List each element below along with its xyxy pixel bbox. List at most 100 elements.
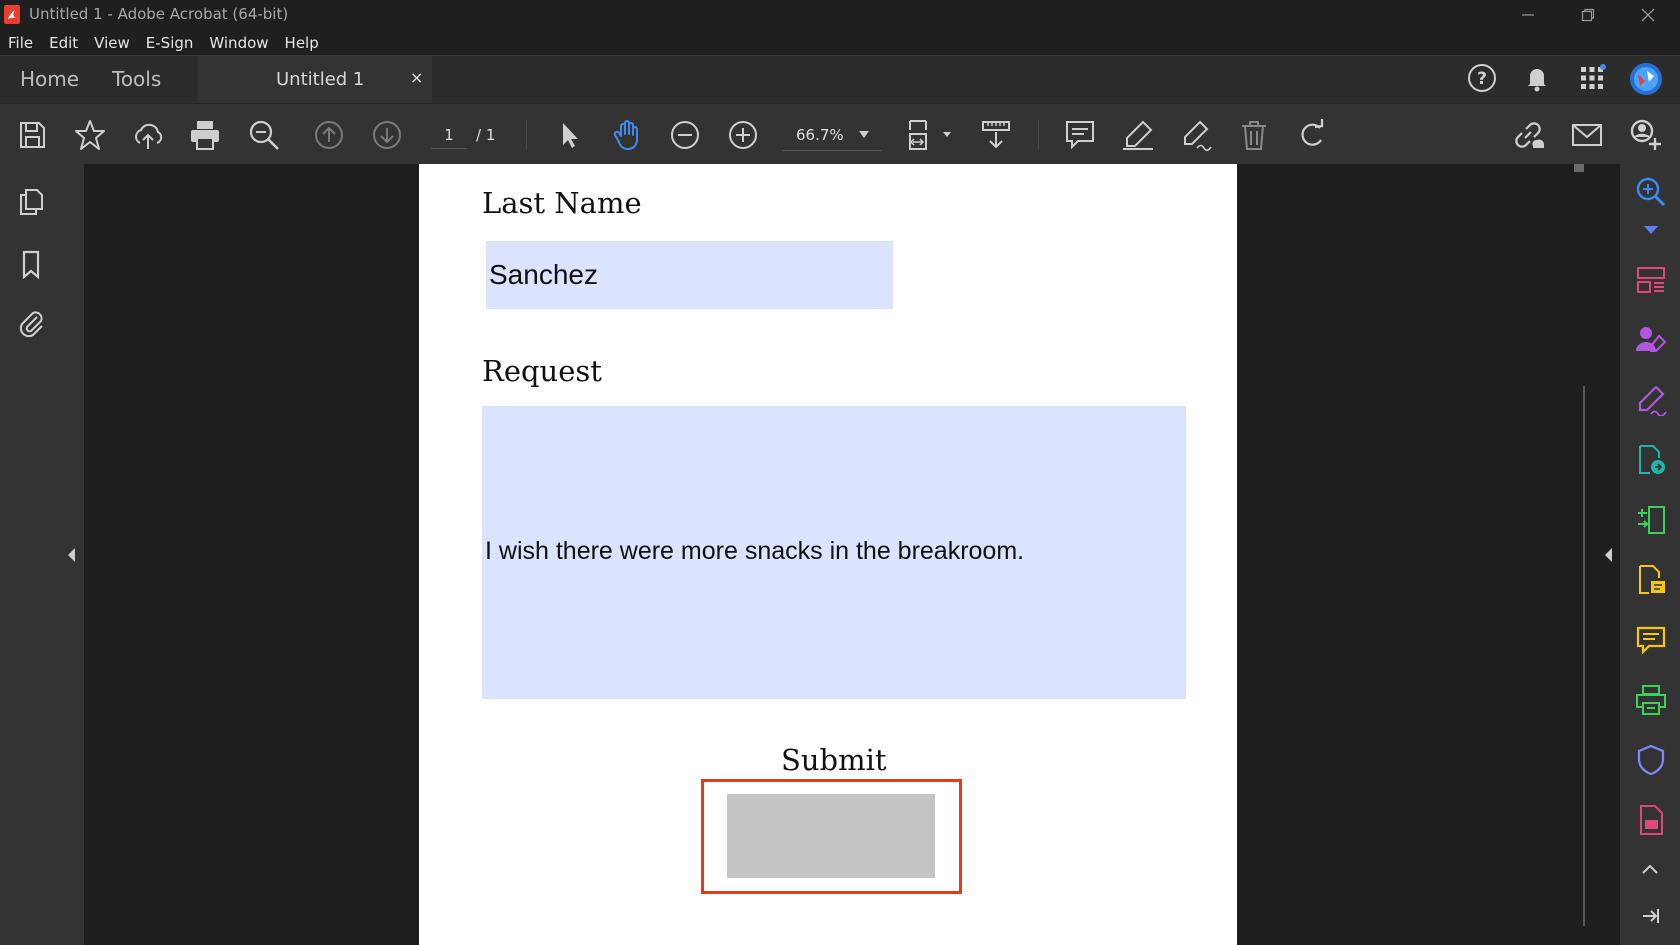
collapse-tools-panel-icon[interactable] xyxy=(1640,906,1660,926)
zoom-in-button[interactable] xyxy=(726,118,760,152)
hand-icon xyxy=(613,120,638,151)
pages-icon xyxy=(20,189,43,215)
next-page-button[interactable] xyxy=(370,118,404,152)
email-button[interactable] xyxy=(1570,118,1604,152)
scrollbar-thumb[interactable] xyxy=(1574,164,1584,172)
vertical-scrollbar[interactable] xyxy=(1573,164,1585,945)
print-button[interactable] xyxy=(188,118,222,152)
page-total: / 1 xyxy=(476,126,496,144)
scroll-tools-down-icon[interactable] xyxy=(1644,226,1658,234)
export-pdf-icon xyxy=(1639,445,1665,474)
attachments-panel-button[interactable] xyxy=(16,308,46,338)
close-icon xyxy=(1641,8,1655,21)
star-icon xyxy=(75,120,105,150)
tab-document[interactable]: Untitled 1 × xyxy=(198,56,432,104)
user-avatar[interactable] xyxy=(1629,62,1663,96)
page-number-input[interactable]: 1 xyxy=(431,121,467,149)
organize-icon xyxy=(1637,267,1665,293)
attachment-icon xyxy=(19,311,43,338)
export-pdf-button[interactable] xyxy=(1635,444,1667,476)
zoom-out-search-button[interactable] xyxy=(247,118,281,152)
share-link-button[interactable] xyxy=(1511,118,1545,152)
menu-esign[interactable]: E-Sign xyxy=(138,29,202,55)
sign-button[interactable] xyxy=(1179,118,1213,152)
arrow-up-circle-icon xyxy=(315,121,343,149)
menu-help[interactable]: Help xyxy=(277,29,327,55)
fill-and-sign-button[interactable] xyxy=(1635,384,1667,417)
zoom-out-button[interactable] xyxy=(668,118,702,152)
bookmark-icon xyxy=(22,250,40,280)
print-icon xyxy=(191,121,219,150)
left-navigation-panel xyxy=(0,164,60,945)
comment-icon xyxy=(1636,626,1666,655)
plus-circle-icon xyxy=(729,121,757,149)
minimize-icon xyxy=(1522,13,1534,16)
protect-button[interactable] xyxy=(1635,744,1667,776)
favorite-button[interactable] xyxy=(73,118,107,152)
menu-window[interactable]: Window xyxy=(201,29,276,55)
collapse-left-panel-icon[interactable] xyxy=(66,547,76,563)
share-people-button[interactable] xyxy=(1628,118,1662,152)
add-comment-button[interactable] xyxy=(1063,118,1097,152)
print-production-icon xyxy=(1636,685,1666,715)
restore-button[interactable] xyxy=(1560,0,1616,29)
more-tools-button[interactable] xyxy=(1635,804,1667,836)
create-pdf-button[interactable] xyxy=(1635,564,1667,596)
window-title: Untitled 1 - Adobe Acrobat (64-bit) xyxy=(29,5,289,23)
page-display-button[interactable] xyxy=(906,118,956,152)
highlighter-icon xyxy=(1123,120,1153,150)
edit-pdf-button[interactable] xyxy=(1635,504,1667,536)
scroll-mode-button[interactable] xyxy=(979,118,1013,152)
add-person-icon xyxy=(1630,119,1661,150)
save-button[interactable] xyxy=(15,118,49,152)
zoom-out-magnifier-icon xyxy=(249,120,279,150)
request-signatures-button[interactable] xyxy=(1635,324,1667,356)
rotate-button[interactable] xyxy=(1295,118,1329,152)
zoom-level-dropdown[interactable]: 66.7% xyxy=(782,119,882,151)
protect-icon xyxy=(1637,744,1665,776)
upload-cloud-button[interactable] xyxy=(131,118,165,152)
fit-page-icon xyxy=(909,120,951,150)
comment-tool-button[interactable] xyxy=(1635,624,1667,656)
minimize-button[interactable] xyxy=(1500,0,1556,29)
acrobat-app-icon xyxy=(4,5,20,24)
menu-file[interactable]: File xyxy=(0,29,41,55)
select-tool-button[interactable] xyxy=(553,118,587,152)
last-name-field[interactable]: Sanchez xyxy=(486,241,893,309)
arrow-down-circle-icon xyxy=(373,121,401,149)
toolbar-divider xyxy=(1038,120,1039,150)
apps-grid-icon[interactable] xyxy=(1577,63,1607,93)
submit-button[interactable] xyxy=(727,794,935,878)
tab-tools[interactable]: Tools xyxy=(112,67,161,91)
find-tool-button[interactable] xyxy=(1635,176,1667,208)
request-field[interactable]: I wish there were more snacks in the bre… xyxy=(482,406,1186,699)
toolbar-divider xyxy=(526,120,527,150)
collapse-right-panel-icon[interactable] xyxy=(1603,547,1613,563)
previous-page-button[interactable] xyxy=(312,118,346,152)
delete-button[interactable] xyxy=(1237,118,1271,152)
help-icon[interactable]: ? xyxy=(1467,63,1497,93)
bookmarks-panel-button[interactable] xyxy=(16,249,46,280)
menu-edit[interactable]: Edit xyxy=(41,29,86,55)
chevron-up-icon[interactable] xyxy=(1642,864,1658,874)
minus-circle-icon xyxy=(671,121,699,149)
organize-pages-button[interactable] xyxy=(1635,264,1667,296)
tab-bar: Home Tools Untitled 1 × ? xyxy=(0,55,1680,104)
highlight-button[interactable] xyxy=(1121,118,1155,152)
chevron-down-icon xyxy=(859,131,869,138)
menu-bar: File Edit View E-Sign Window Help xyxy=(0,29,1680,55)
document-tab-label: Untitled 1 xyxy=(276,69,365,90)
restore-icon xyxy=(1581,8,1595,21)
menu-view[interactable]: View xyxy=(86,29,138,55)
hand-tool-button[interactable] xyxy=(611,118,645,152)
pages-panel-button[interactable] xyxy=(16,186,46,216)
close-window-button[interactable] xyxy=(1620,0,1676,29)
close-tab-icon[interactable]: × xyxy=(410,68,423,87)
edit-pdf-icon xyxy=(1638,506,1665,534)
submit-label: Submit xyxy=(781,743,887,777)
fill-sign-icon xyxy=(1638,385,1667,417)
tab-home[interactable]: Home xyxy=(20,67,79,91)
print-production-button[interactable] xyxy=(1635,684,1667,716)
title-bar: Untitled 1 - Adobe Acrobat (64-bit) xyxy=(0,0,1680,29)
notifications-icon[interactable] xyxy=(1522,63,1552,93)
